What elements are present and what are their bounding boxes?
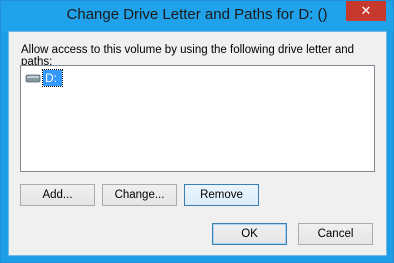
dialog-window: Change Drive Letter and Paths for D: () … xyxy=(0,0,394,263)
close-button[interactable]: ✕ xyxy=(346,1,386,21)
drive-icon xyxy=(25,74,41,83)
title-bar[interactable]: Change Drive Letter and Paths for D: () … xyxy=(1,1,393,31)
cancel-button[interactable]: Cancel xyxy=(298,223,373,245)
paths-listbox[interactable]: D: xyxy=(20,65,375,172)
list-item[interactable]: D: xyxy=(25,69,63,87)
drive-letter-label: D: xyxy=(42,69,63,87)
add-button[interactable]: Add... xyxy=(20,184,95,206)
close-icon: ✕ xyxy=(360,3,372,18)
dialog-body: Allow access to this volume by using the… xyxy=(8,31,387,256)
ok-button[interactable]: OK xyxy=(212,223,287,245)
window-title: Change Drive Letter and Paths for D: () xyxy=(66,6,328,23)
remove-button[interactable]: Remove xyxy=(184,184,259,206)
change-button[interactable]: Change... xyxy=(102,184,177,206)
